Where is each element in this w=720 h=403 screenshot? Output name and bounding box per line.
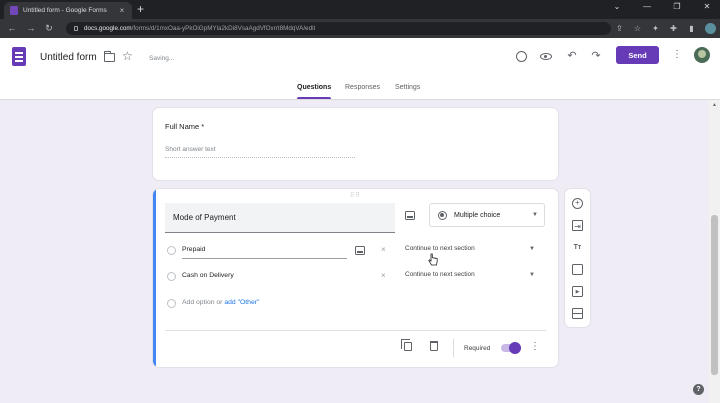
option-label[interactable]: Prepaid [182,246,205,253]
radio-button-icon [167,246,176,255]
delete-icon[interactable] [430,341,438,351]
drag-handle-icon[interactable]: ⠿⠿ [350,192,361,199]
add-question-icon[interactable]: + [572,198,583,209]
chevron-down-icon: ▼ [532,212,538,218]
chevron-down-icon: ▼ [529,246,535,252]
profile-icon[interactable] [705,23,716,34]
extension-icon[interactable]: ✦ [651,24,660,34]
more-options-icon[interactable]: ⋮ [672,48,682,62]
add-other-link[interactable]: add "Other" [224,299,259,306]
add-image-icon[interactable] [405,211,415,220]
page-scrollbar[interactable]: ▲ [709,100,720,403]
question-title: Full Name * [165,122,205,131]
send-button[interactable]: Send [616,46,659,64]
forms-favicon-icon [10,6,18,15]
short-answer-field: Short answer text [165,146,355,158]
question-title-input[interactable]: Mode of Payment [165,203,395,233]
question-card-full-name[interactable]: Full Name * Short answer text [153,108,558,180]
forms-header: Untitled form ☆ Saving... ↶ ↷ Send ⋮ Que… [0,38,720,100]
sidebar-icon[interactable]: ▮ [687,24,696,34]
footer-divider [453,339,454,357]
radio-button-icon [167,272,176,281]
preview-eye-icon[interactable] [540,53,552,60]
option-row[interactable]: Cash on Delivery × Continue to next sect… [165,268,545,286]
address-bar[interactable]: docs.google.com/forms/d/1mxOaa-yPkOiGpMY… [66,22,611,35]
browser-tab[interactable]: Untitled form - Google Forms × [4,2,132,19]
scroll-thumb[interactable] [711,215,718,375]
tab-title: Untitled form - Google Forms [23,7,107,14]
required-label: Required [464,345,491,352]
star-icon[interactable]: ☆ [122,49,133,63]
add-title-icon[interactable]: Tт [572,242,583,253]
minimize-button[interactable]: — [642,2,652,11]
active-card-indicator [153,189,156,367]
option-row[interactable]: Prepaid × Continue to next section ▼ [165,242,545,260]
go-to-section-dropdown[interactable]: Continue to next section [405,245,543,252]
add-section-icon[interactable] [572,308,583,319]
window-controls: ⌄ — ❐ ✕ [612,2,712,11]
tab-settings[interactable]: Settings [395,83,420,100]
back-button[interactable]: ← [6,21,18,36]
new-tab-button[interactable]: + [137,3,144,15]
help-icon[interactable]: ? [693,384,704,395]
form-tabs: Questions Responses Settings [0,83,720,100]
remove-option-icon[interactable]: × [381,245,386,254]
share-icon[interactable]: ⇪ [615,24,624,34]
forms-logo-icon[interactable] [12,47,26,66]
tab-questions[interactable]: Questions [297,83,332,100]
required-toggle[interactable] [501,342,521,354]
browser-actions: ⇪ ☆ ✦ ✚ ▮ ⋮ [615,23,720,34]
or-text: or [216,299,223,306]
puzzle-icon[interactable]: ✚ [669,24,678,34]
question-type-label: Multiple choice [454,211,501,219]
import-questions-icon[interactable]: ⇥ [572,220,583,231]
option-image-icon[interactable] [355,246,365,255]
browser-toolbar: ← → ↻ docs.google.com/forms/d/1mxOaa-yPk… [0,19,720,38]
bookmark-star-icon[interactable]: ☆ [633,24,642,34]
move-to-folder-icon[interactable] [104,51,115,62]
reload-button[interactable]: ↻ [43,21,55,36]
maximize-button[interactable]: ❐ [672,2,682,11]
add-image-icon[interactable] [572,264,583,275]
redo-icon[interactable]: ↷ [589,49,603,63]
tab-search-icon[interactable]: ⌄ [612,2,622,11]
question-type-dropdown[interactable]: Multiple choice ▼ [429,203,545,227]
save-status: Saving... [149,55,175,62]
url-text: docs.google.com/forms/d/1mxOaa-yPkOiGpMY… [84,25,316,32]
hand-cursor-icon [428,253,438,266]
chevron-down-icon: ▼ [529,272,535,278]
question-more-icon[interactable]: ⋮ [530,341,540,353]
card-footer-divider [165,330,546,331]
tab-responses[interactable]: Responses [345,83,380,100]
go-to-section-dropdown[interactable]: Continue to next section [405,271,543,278]
duplicate-icon[interactable] [401,339,412,351]
add-video-icon[interactable]: ▶ [572,286,583,297]
scroll-up-icon[interactable]: ▲ [712,102,717,108]
add-option-row: Add option or add "Other" [182,299,259,306]
close-window-button[interactable]: ✕ [702,2,712,11]
avatar[interactable] [694,47,710,63]
tab-close-icon[interactable]: × [118,6,126,15]
customize-theme-icon[interactable] [516,51,527,62]
option-label[interactable]: Cash on Delivery [182,272,234,279]
lock-icon [74,26,78,31]
browser-tabstrip: Untitled form - Google Forms × + ⌄ — ❐ ✕ [0,0,720,19]
add-option-link[interactable]: Add option [182,299,215,306]
option-input-underline [182,258,347,259]
radio-button-icon [438,210,447,220]
form-title[interactable]: Untitled form [40,52,97,63]
question-toolbar: + ⇥ Tт ▶ [565,189,590,327]
forward-button[interactable]: → [25,21,37,36]
question-card-mode-of-payment[interactable]: ⠿⠿ Mode of Payment Multiple choice ▼ Pre… [153,189,558,367]
radio-button-icon [167,299,176,308]
undo-icon[interactable]: ↶ [565,49,579,63]
remove-option-icon[interactable]: × [381,271,386,280]
